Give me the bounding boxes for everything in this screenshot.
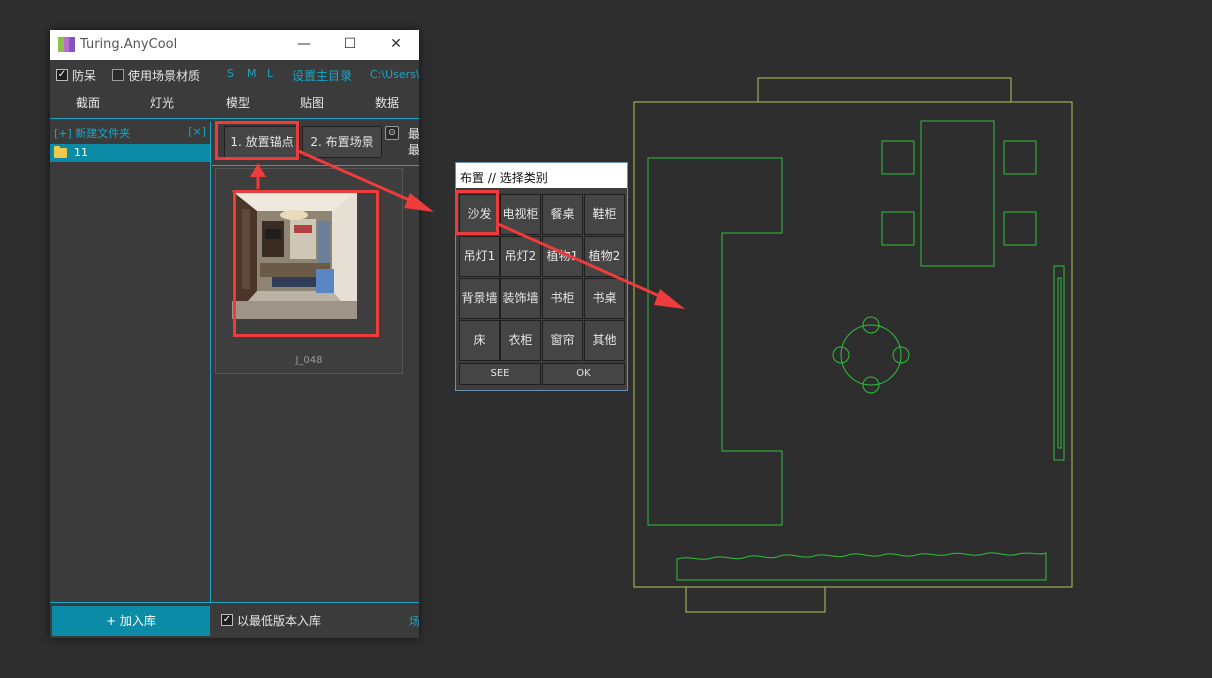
- arrow-sofa-to-viewport: [497, 222, 667, 301]
- arrow-up-head: [250, 163, 266, 177]
- arrow-right-head-2: [654, 289, 685, 309]
- arrow-anchor-to-dialog: [295, 148, 417, 205]
- annotation-arrows: [250, 148, 685, 309]
- arrow-right-head-1: [404, 193, 434, 212]
